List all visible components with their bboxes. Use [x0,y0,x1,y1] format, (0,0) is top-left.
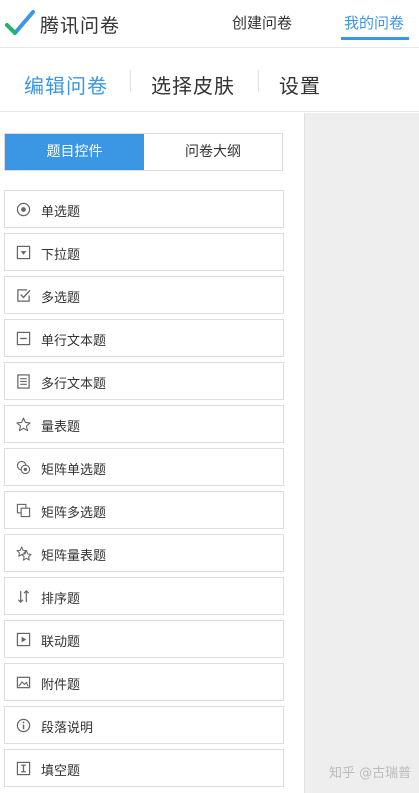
tab-question-controls[interactable]: 题目控件 [5,134,144,170]
question-type-label: 附件题 [41,678,81,693]
matrix-radio-icon [16,460,31,475]
question-type-label: 排序题 [41,592,81,607]
tab-edit-survey[interactable]: 编辑问卷 [24,70,108,99]
tab-divider [130,70,131,92]
question-type-single-choice[interactable]: 单选题 [4,190,284,228]
nav-create-survey[interactable]: 创建问卷 [232,12,292,33]
nav-my-surveys[interactable]: 我的问卷 [344,12,404,33]
check-logo-icon[interactable] [4,8,36,40]
dropdown-icon [16,245,31,260]
panel-tab-group: 题目控件 问卷大纲 [4,133,283,171]
watermark: 知乎 @古瑞普 [329,766,412,781]
survey-preview-area [304,113,419,793]
matrix-checkbox-icon [16,503,31,518]
question-type-label: 单选题 [41,205,81,220]
question-type-paragraph[interactable]: 段落说明 [4,706,284,744]
question-type-label: 量表题 [41,420,81,435]
tab-choose-skin[interactable]: 选择皮肤 [151,70,235,99]
multi-line-text-icon [17,374,30,389]
question-type-label: 矩阵多选题 [41,506,107,521]
sort-icon [17,590,30,603]
question-type-label: 矩阵单选题 [41,463,107,478]
question-controls-panel: 题目控件 问卷大纲 单选题 下拉题 多选题 单行文本题 多行文本题 量表题 矩阵… [0,113,303,793]
question-type-label: 联动题 [41,635,81,650]
question-type-scale[interactable]: 量表题 [4,405,284,443]
question-type-multiple-choice[interactable]: 多选题 [4,276,284,314]
brand-name[interactable]: 腾讯问卷 [40,11,120,38]
question-type-label: 下拉题 [41,248,81,263]
tab-survey-outline[interactable]: 问卷大纲 [144,134,282,170]
question-type-matrix-multiple-choice[interactable]: 矩阵多选题 [4,491,284,529]
question-type-multi-line-text[interactable]: 多行文本题 [4,362,284,400]
nav-active-indicator [341,37,409,40]
editor-tabs: 编辑问卷 选择皮肤 设置 [0,48,419,112]
single-line-text-icon [16,331,31,346]
question-type-matrix-single-choice[interactable]: 矩阵单选题 [4,448,284,486]
question-type-label: 段落说明 [41,721,94,736]
tab-settings[interactable]: 设置 [279,70,321,99]
question-type-label: 多行文本题 [41,377,107,392]
question-type-attachment[interactable]: 附件题 [4,663,284,701]
question-type-linked[interactable]: 联动题 [4,620,284,658]
checkbox-icon [17,289,31,302]
question-type-single-line-text[interactable]: 单行文本题 [4,319,284,357]
question-type-sort[interactable]: 排序题 [4,577,284,615]
question-type-fill-blank[interactable]: 填空题 [4,749,284,787]
info-icon [16,718,31,733]
star-icon [16,417,31,432]
question-type-label: 多选题 [41,291,81,306]
fill-blank-icon [16,761,31,776]
image-icon [16,676,31,689]
question-type-label: 矩阵量表题 [41,549,107,564]
radio-icon [16,202,31,217]
question-type-label: 填空题 [41,764,81,779]
matrix-star-icon [16,546,32,561]
tab-divider [258,70,259,92]
question-type-list: 单选题 下拉题 多选题 单行文本题 多行文本题 量表题 矩阵单选题 矩阵多选题 [4,190,284,792]
play-icon [16,632,31,647]
question-type-matrix-scale[interactable]: 矩阵量表题 [4,534,284,572]
top-bar: 腾讯问卷 创建问卷 我的问卷 [0,0,419,48]
question-type-dropdown[interactable]: 下拉题 [4,233,284,271]
question-type-label: 单行文本题 [41,334,107,349]
